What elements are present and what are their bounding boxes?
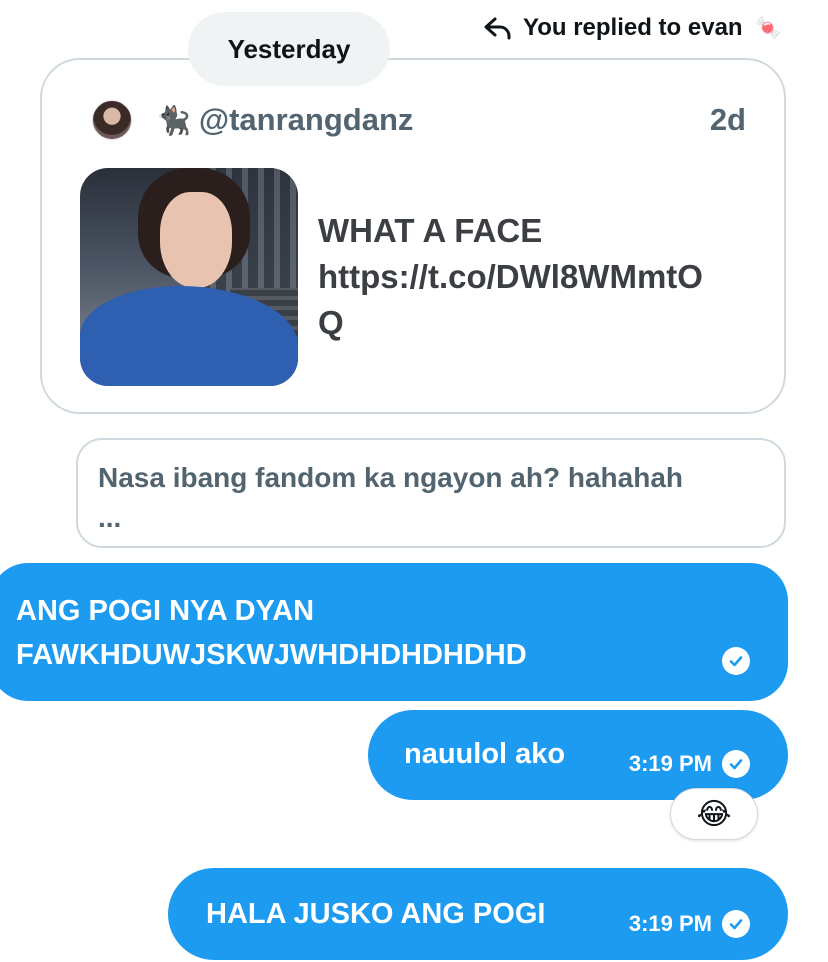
date-separator: Yesterday — [188, 12, 390, 86]
reply-context-label: You replied to evan — [522, 14, 743, 41]
message-bubble[interactable]: ANG POGI NYA DYAN FAWKHDUWJSKWJWHDHDHDHD… — [0, 563, 788, 701]
message-meta: 3:19 PM — [629, 742, 750, 786]
quoted-tweet-media[interactable] — [80, 168, 298, 386]
sent-check-icon — [722, 647, 750, 675]
quoted-tweet-header: 🐈‍⬛ @tanrangdanz 2d — [92, 98, 746, 142]
reply-preview-text: Nasa ibang fandom ka ngayon ah? hahahah … — [98, 462, 683, 533]
quoted-tweet-age: 2d — [709, 102, 746, 137]
message-meta: 3:19 PM — [629, 902, 750, 946]
quoted-tweet-handle[interactable]: @tanrangdanz — [199, 102, 414, 138]
message-time: 3:19 PM — [628, 911, 712, 936]
message-bubble[interactable]: HALA JUSKO ANG POGI 3:19 PM — [168, 868, 788, 960]
quoted-tweet-card[interactable]: 🐈‍⬛ @tanrangdanz 2d WHAT A FACE https://… — [40, 58, 786, 414]
sent-check-icon — [722, 910, 750, 938]
avatar[interactable] — [92, 100, 132, 140]
message-reaction[interactable]: 😂 — [670, 788, 758, 840]
quoted-tweet-text[interactable]: WHAT A FACE https://t.co/DWl8WMmtO Q — [318, 208, 758, 346]
sent-check-icon — [722, 750, 750, 778]
message-time: 3:19 PM — [628, 751, 712, 776]
message-meta — [722, 647, 750, 675]
laughing-emoji-icon: 😂 — [696, 797, 732, 831]
message-text: ANG POGI NYA DYAN FAWKHDUWJSKWJWHDHDHDHD… — [16, 595, 527, 671]
black-cat-emoji-icon: 🐈‍⬛ — [156, 104, 191, 136]
reply-context[interactable]: You replied to evan 🍬 — [483, 14, 782, 42]
message-bubble[interactable]: nauulol ako 3:19 PM — [368, 710, 788, 800]
reply-preview[interactable]: Nasa ibang fandom ka ngayon ah? hahahah … — [76, 438, 786, 548]
reply-arrow-icon — [484, 17, 511, 40]
candy-emoji-icon: 🍬 — [754, 15, 782, 40]
media-face — [160, 192, 232, 288]
